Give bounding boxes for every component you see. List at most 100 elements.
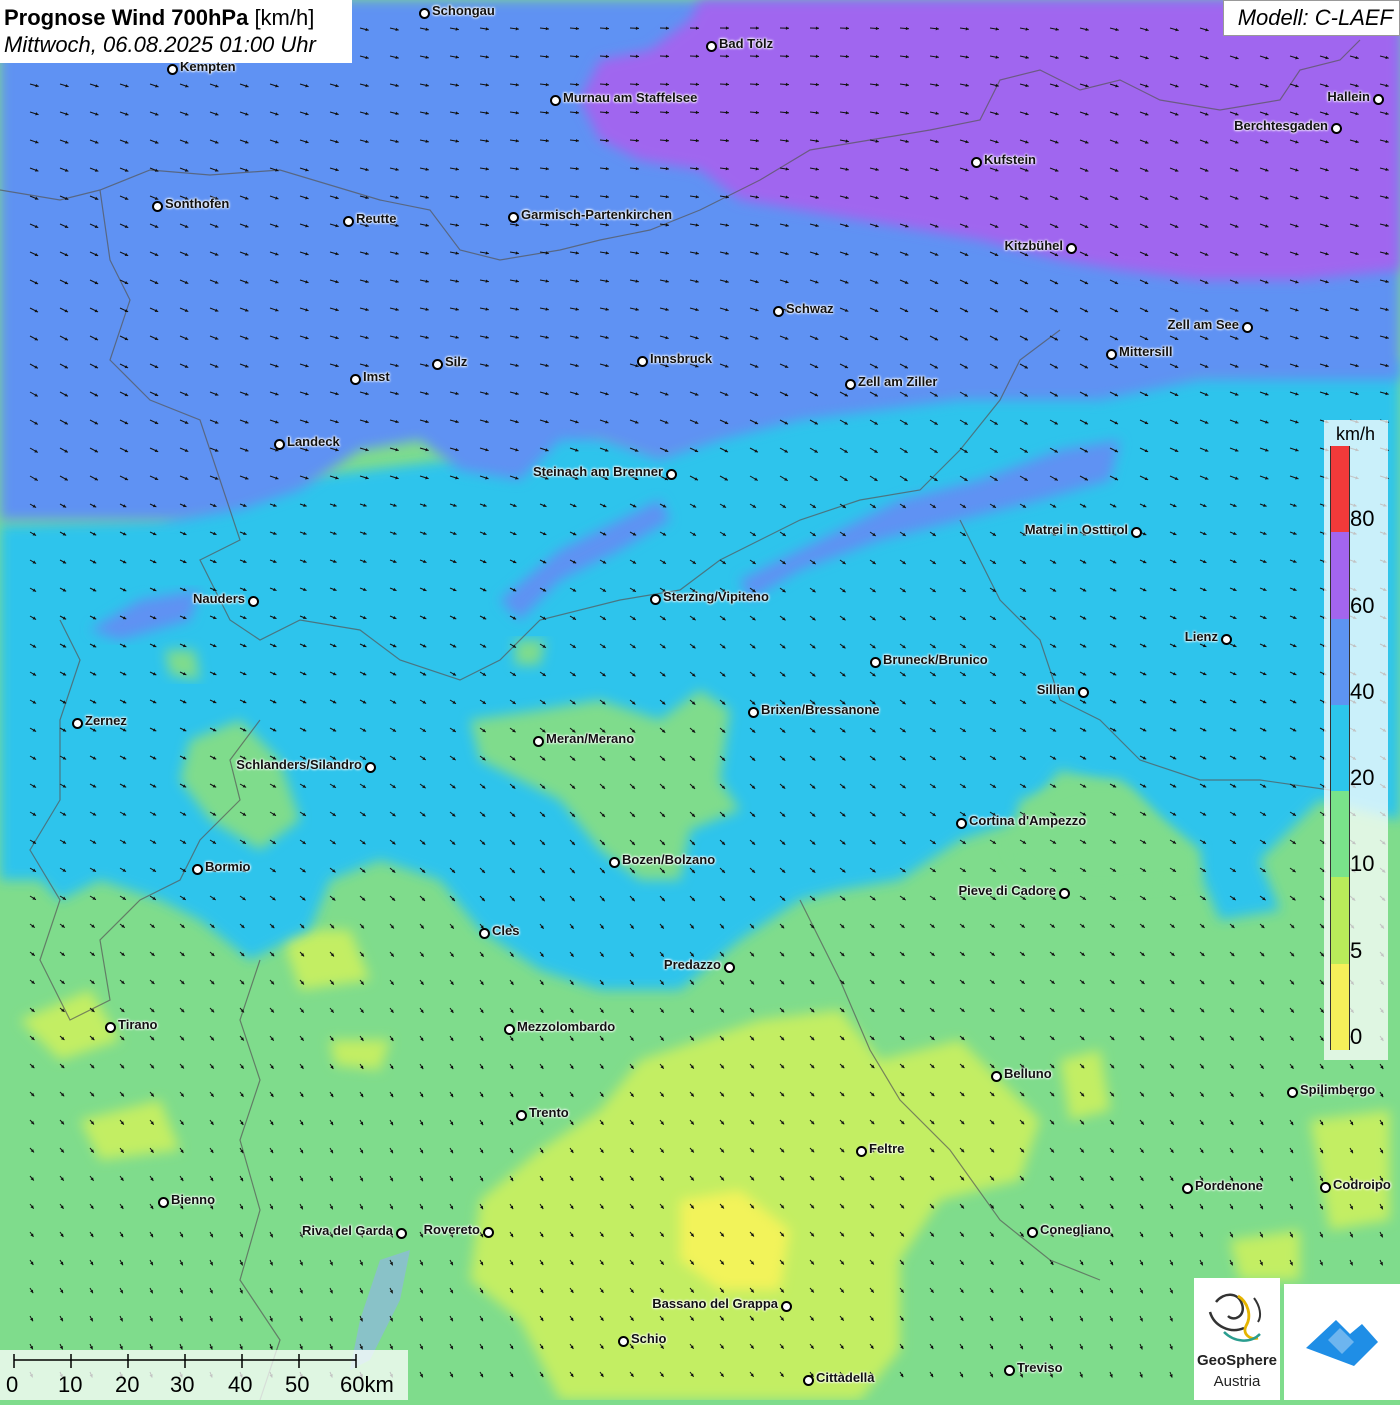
city-label-codroipo[interactable]: Codroipo: [1333, 1177, 1391, 1192]
city-label-cittadella[interactable]: Cittadella: [816, 1370, 875, 1385]
city-marker-bormio[interactable]: [192, 864, 203, 875]
city-label-bormio[interactable]: Bormio: [205, 859, 251, 874]
city-marker-zernez[interactable]: [72, 718, 83, 729]
city-marker-lienz[interactable]: [1221, 634, 1232, 645]
city-marker-schwaz[interactable]: [773, 306, 784, 317]
city-marker-bozen[interactable]: [609, 857, 620, 868]
city-marker-predazzo[interactable]: [724, 962, 735, 973]
city-label-kitzbuehel[interactable]: Kitzbühel: [1005, 238, 1064, 253]
city-label-riva[interactable]: Riva del Garda: [302, 1223, 393, 1238]
city-marker-trento[interactable]: [516, 1110, 527, 1121]
city-label-treviso[interactable]: Treviso: [1017, 1360, 1063, 1375]
city-label-rovereto[interactable]: Rovereto: [424, 1222, 480, 1237]
city-marker-zell-am-ziller[interactable]: [845, 379, 856, 390]
city-marker-mezzolombardo[interactable]: [504, 1024, 515, 1035]
city-label-sillian[interactable]: Sillian: [1037, 682, 1075, 697]
city-marker-cles[interactable]: [479, 928, 490, 939]
city-label-bad-toelz[interactable]: Bad Tölz: [719, 36, 773, 51]
city-marker-pieve[interactable]: [1059, 888, 1070, 899]
city-marker-rovereto[interactable]: [483, 1227, 494, 1238]
city-marker-silz[interactable]: [432, 359, 443, 370]
city-label-schlanders[interactable]: Schlanders/Silandro: [236, 757, 362, 772]
city-marker-matrei[interactable]: [1131, 527, 1142, 538]
city-marker-bad-toelz[interactable]: [706, 41, 717, 52]
city-label-schwaz[interactable]: Schwaz: [786, 301, 834, 316]
city-marker-bienno[interactable]: [158, 1197, 169, 1208]
city-marker-treviso[interactable]: [1004, 1365, 1015, 1376]
city-marker-spilimbergo[interactable]: [1287, 1087, 1298, 1098]
city-marker-brixen[interactable]: [748, 707, 759, 718]
city-label-silz[interactable]: Silz: [445, 354, 467, 369]
city-label-murnau[interactable]: Murnau am Staffelsee: [563, 90, 697, 105]
city-marker-berchtesgaden[interactable]: [1331, 123, 1342, 134]
city-label-mittersill[interactable]: Mittersill: [1119, 344, 1172, 359]
city-label-spilimbergo[interactable]: Spilimbergo: [1300, 1082, 1375, 1097]
city-marker-schongau[interactable]: [419, 8, 430, 19]
city-label-meran[interactable]: Meran/Merano: [546, 731, 634, 746]
city-marker-kitzbuehel[interactable]: [1066, 243, 1077, 254]
weather-app-logo[interactable]: [1284, 1284, 1400, 1400]
city-label-nauders[interactable]: Nauders: [193, 591, 245, 606]
city-marker-sillian[interactable]: [1078, 687, 1089, 698]
city-label-zell-am-ziller[interactable]: Zell am Ziller: [858, 374, 937, 389]
city-marker-feltre[interactable]: [856, 1146, 867, 1157]
city-label-pordenone[interactable]: Pordenone: [1195, 1178, 1263, 1193]
city-marker-bruneck[interactable]: [870, 657, 881, 668]
city-label-zell-am-see[interactable]: Zell am See: [1167, 317, 1239, 332]
city-marker-riva[interactable]: [396, 1228, 407, 1239]
city-label-mezzolombardo[interactable]: Mezzolombardo: [517, 1019, 615, 1034]
city-label-kempten[interactable]: Kempten: [180, 59, 236, 74]
city-label-pieve[interactable]: Pieve di Cadore: [958, 883, 1056, 898]
city-marker-murnau[interactable]: [550, 95, 561, 106]
city-marker-landeck[interactable]: [274, 439, 285, 450]
city-marker-kempten[interactable]: [167, 64, 178, 75]
city-marker-reutte[interactable]: [343, 216, 354, 227]
city-marker-nauders[interactable]: [248, 596, 259, 607]
city-label-reutte[interactable]: Reutte: [356, 211, 396, 226]
city-marker-codroipo[interactable]: [1320, 1182, 1331, 1193]
city-label-brixen[interactable]: Brixen/Bressanone: [761, 702, 880, 717]
city-label-sterzing[interactable]: Sterzing/Vipiteno: [663, 589, 769, 604]
city-label-hallein[interactable]: Hallein: [1327, 89, 1370, 104]
city-label-schio[interactable]: Schio: [631, 1331, 666, 1346]
city-label-sonthofen[interactable]: Sonthofen: [165, 196, 229, 211]
city-marker-belluno[interactable]: [991, 1071, 1002, 1082]
city-label-lienz[interactable]: Lienz: [1185, 629, 1218, 644]
city-marker-conegliano[interactable]: [1027, 1227, 1038, 1238]
city-marker-pordenone[interactable]: [1182, 1183, 1193, 1194]
city-label-kufstein[interactable]: Kufstein: [984, 152, 1036, 167]
city-marker-garmisch[interactable]: [508, 212, 519, 223]
city-label-matrei[interactable]: Matrei in Osttirol: [1025, 522, 1128, 537]
city-marker-tirano[interactable]: [105, 1022, 116, 1033]
city-marker-cittadella[interactable]: [803, 1375, 814, 1386]
city-marker-steinach[interactable]: [666, 469, 677, 480]
city-label-cortina[interactable]: Cortina d'Ampezzo: [969, 813, 1086, 828]
city-marker-hallein[interactable]: [1373, 94, 1384, 105]
city-label-trento[interactable]: Trento: [529, 1105, 569, 1120]
city-marker-meran[interactable]: [533, 736, 544, 747]
city-marker-bassano[interactable]: [781, 1301, 792, 1312]
city-label-belluno[interactable]: Belluno: [1004, 1066, 1052, 1081]
city-marker-schlanders[interactable]: [365, 762, 376, 773]
city-label-landeck[interactable]: Landeck: [287, 434, 340, 449]
city-marker-innsbruck[interactable]: [637, 356, 648, 367]
city-label-predazzo[interactable]: Predazzo: [664, 957, 721, 972]
city-label-schongau[interactable]: Schongau: [432, 3, 495, 18]
city-label-innsbruck[interactable]: Innsbruck: [650, 351, 712, 366]
city-label-cles[interactable]: Cles: [492, 923, 519, 938]
city-label-berchtesgaden[interactable]: Berchtesgaden: [1234, 118, 1328, 133]
city-marker-sonthofen[interactable]: [152, 201, 163, 212]
city-marker-schio[interactable]: [618, 1336, 629, 1347]
city-marker-cortina[interactable]: [956, 818, 967, 829]
city-label-conegliano[interactable]: Conegliano: [1040, 1222, 1111, 1237]
city-label-feltre[interactable]: Feltre: [869, 1141, 904, 1156]
city-label-zernez[interactable]: Zernez: [85, 713, 127, 728]
city-marker-zell-am-see[interactable]: [1242, 322, 1253, 333]
city-marker-imst[interactable]: [350, 374, 361, 385]
city-label-garmisch[interactable]: Garmisch-Partenkirchen: [521, 207, 672, 222]
city-marker-kufstein[interactable]: [971, 157, 982, 168]
city-marker-mittersill[interactable]: [1106, 349, 1117, 360]
geosphere-logo[interactable]: GeoSphere Austria: [1194, 1278, 1280, 1400]
city-label-imst[interactable]: Imst: [363, 369, 390, 384]
city-label-bienno[interactable]: Bienno: [171, 1192, 215, 1207]
